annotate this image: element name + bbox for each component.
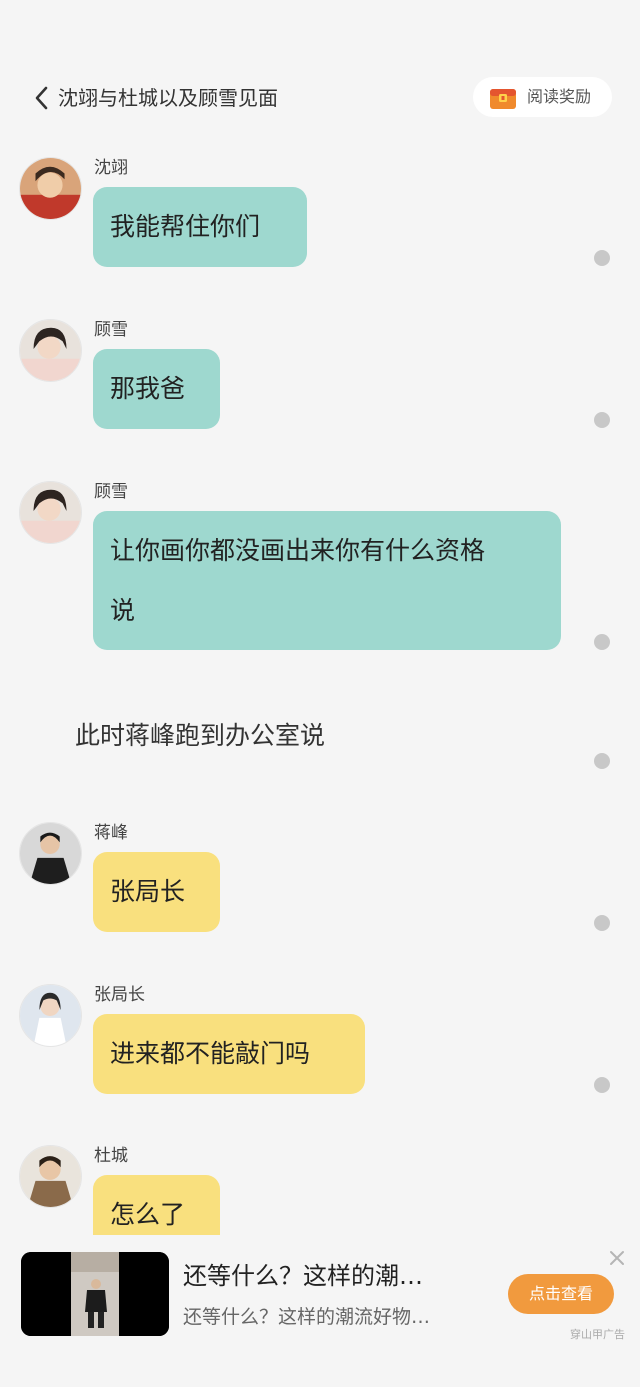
options-dot[interactable] xyxy=(594,634,610,650)
avatar[interactable] xyxy=(19,481,82,544)
options-dot[interactable] xyxy=(594,412,610,428)
sender-name: 张局长 xyxy=(94,985,145,1005)
ad-source-label: 穿山甲广告 xyxy=(570,1328,625,1341)
message-bubble[interactable]: 我能帮住你们 xyxy=(93,187,307,267)
chat-message: 杜城 怎么了 xyxy=(0,1143,640,1235)
close-icon[interactable] xyxy=(606,1247,628,1269)
narration-row: 此时蒋峰跑到办公室说 xyxy=(0,716,640,776)
avatar[interactable] xyxy=(19,319,82,382)
avatar[interactable] xyxy=(19,1145,82,1208)
ad-subtitle[interactable]: 还等什么？这样的潮流好物… xyxy=(183,1303,483,1331)
chapter-title: 沈翊与杜城以及顾雪见面 xyxy=(58,86,278,110)
options-dot[interactable] xyxy=(594,915,610,931)
sender-name: 顾雪 xyxy=(94,482,128,502)
sender-name: 顾雪 xyxy=(94,320,128,340)
message-bubble[interactable]: 张局长 xyxy=(93,852,220,932)
message-bubble[interactable]: 让你画你都没画出来你有什么资格 说 xyxy=(93,511,561,650)
message-line: 让你画你都没画出来你有什么资格 xyxy=(110,536,486,565)
reading-reward-label: 阅读奖励 xyxy=(527,87,592,106)
avatar[interactable] xyxy=(19,984,82,1047)
message-line: 说 xyxy=(110,596,136,625)
narration-text: 此时蒋峰跑到办公室说 xyxy=(75,721,326,750)
chat-message: 蒋峰 张局长 xyxy=(0,820,640,940)
options-dot[interactable] xyxy=(594,250,610,266)
avatar[interactable] xyxy=(19,157,82,220)
message-bubble[interactable]: 那我爸 xyxy=(93,349,220,429)
chat-message: 顾雪 那我爸 xyxy=(0,317,640,437)
ad-banner: 还等什么？这样的潮… 还等什么？这样的潮流好物… 点击查看 穿山甲广告 xyxy=(0,1235,640,1387)
ad-title[interactable]: 还等什么？这样的潮… xyxy=(183,1260,473,1292)
ad-thumbnail[interactable] xyxy=(21,1252,169,1336)
sender-name: 蒋峰 xyxy=(94,823,128,843)
options-dot[interactable] xyxy=(594,1077,610,1093)
avatar[interactable] xyxy=(19,822,82,885)
view-ad-button[interactable]: 点击查看 xyxy=(508,1274,614,1314)
sender-name: 杜城 xyxy=(94,1146,128,1166)
chat-message: 顾雪 让你画你都没画出来你有什么资格 说 xyxy=(0,479,640,659)
chat-message: 沈翊 我能帮住你们 xyxy=(0,155,640,275)
message-bubble[interactable]: 进来都不能敲门吗 xyxy=(93,1014,365,1094)
sender-name: 沈翊 xyxy=(94,158,128,178)
top-bar: 沈翊与杜城以及顾雪见面 阅读奖励 xyxy=(0,70,640,126)
reading-reward-button[interactable]: 阅读奖励 xyxy=(473,77,612,117)
back-chevron-icon[interactable] xyxy=(30,84,54,112)
treasure-chest-icon xyxy=(489,86,517,110)
message-bubble[interactable]: 怎么了 xyxy=(93,1175,220,1235)
options-dot[interactable] xyxy=(594,753,610,769)
chat-message: 张局长 进来都不能敲门吗 xyxy=(0,982,640,1102)
